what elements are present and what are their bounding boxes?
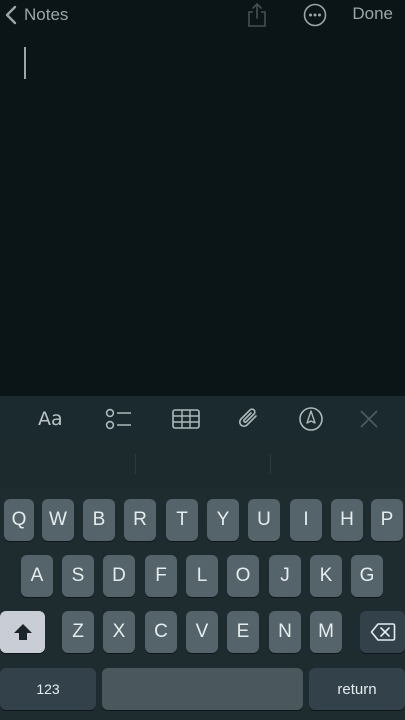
key-d[interactable]: D <box>103 555 135 597</box>
keyboard: Aa Q W B R T Y U I H P A S D F L O J K G… <box>0 396 405 720</box>
key-u[interactable]: U <box>248 499 280 541</box>
key-row-2: A S D F L O J K G <box>0 555 405 599</box>
key-q[interactable]: Q <box>4 499 34 541</box>
key-z[interactable]: Z <box>62 611 94 653</box>
key-v[interactable]: V <box>186 611 218 653</box>
key-s[interactable]: S <box>62 555 94 597</box>
markup-button[interactable] <box>297 404 325 434</box>
paperclip-icon <box>238 408 257 428</box>
close-toolbar-button[interactable] <box>358 404 380 434</box>
key-l[interactable]: L <box>186 555 218 597</box>
key-f[interactable]: F <box>145 555 177 597</box>
checklist-icon <box>105 408 131 430</box>
key-g[interactable]: G <box>351 555 383 597</box>
key-p[interactable]: P <box>371 499 403 541</box>
markup-pen-icon <box>299 407 323 431</box>
key-y[interactable]: Y <box>207 499 239 541</box>
space-key[interactable] <box>102 668 303 710</box>
chevron-left-icon <box>5 5 17 25</box>
note-editor[interactable] <box>0 32 405 396</box>
key-w[interactable]: W <box>42 499 74 541</box>
attach-button[interactable] <box>236 404 262 434</box>
more-icon[interactable] <box>303 3 327 27</box>
key-m[interactable]: M <box>310 611 342 653</box>
key-t[interactable]: T <box>166 499 198 541</box>
done-button[interactable]: Done <box>352 4 393 24</box>
key-c[interactable]: C <box>145 611 177 653</box>
backspace-icon <box>370 623 395 641</box>
key-h[interactable]: H <box>331 499 363 541</box>
key-r[interactable]: R <box>124 499 156 541</box>
table-icon <box>172 409 200 429</box>
key-o[interactable]: O <box>227 555 259 597</box>
key-e[interactable]: E <box>227 611 259 653</box>
key-b[interactable]: B <box>83 499 115 541</box>
key-k[interactable]: K <box>310 555 342 597</box>
suggestion-bar[interactable] <box>0 442 405 487</box>
key-row-3: Z X C V E N M <box>0 611 405 655</box>
suggestion-divider <box>135 454 136 474</box>
return-key[interactable]: return <box>309 668 405 710</box>
share-icon[interactable] <box>246 2 268 28</box>
numbers-key[interactable]: 123 <box>0 668 96 710</box>
key-a[interactable]: A <box>21 555 53 597</box>
checklist-button[interactable] <box>105 404 133 434</box>
key-row-4: 123 return <box>0 668 405 712</box>
back-label: Notes <box>24 5 69 24</box>
key-x[interactable]: X <box>103 611 135 653</box>
text-style-button[interactable]: Aa <box>38 404 63 434</box>
delete-key[interactable] <box>360 611 405 653</box>
back-button[interactable]: Notes <box>4 3 68 27</box>
table-button[interactable] <box>171 404 201 434</box>
shift-key[interactable] <box>0 611 45 653</box>
key-row-1: Q W B R T Y U I H P <box>0 499 405 543</box>
shift-icon <box>13 624 32 640</box>
text-caret <box>24 47 26 79</box>
suggestion-divider <box>270 454 271 474</box>
navigation-bar: Notes Done <box>0 0 405 32</box>
key-i[interactable]: I <box>290 499 322 541</box>
formatting-toolbar: Aa <box>0 396 405 442</box>
key-n[interactable]: N <box>269 611 301 653</box>
close-icon <box>360 410 378 428</box>
key-j[interactable]: J <box>269 555 301 597</box>
